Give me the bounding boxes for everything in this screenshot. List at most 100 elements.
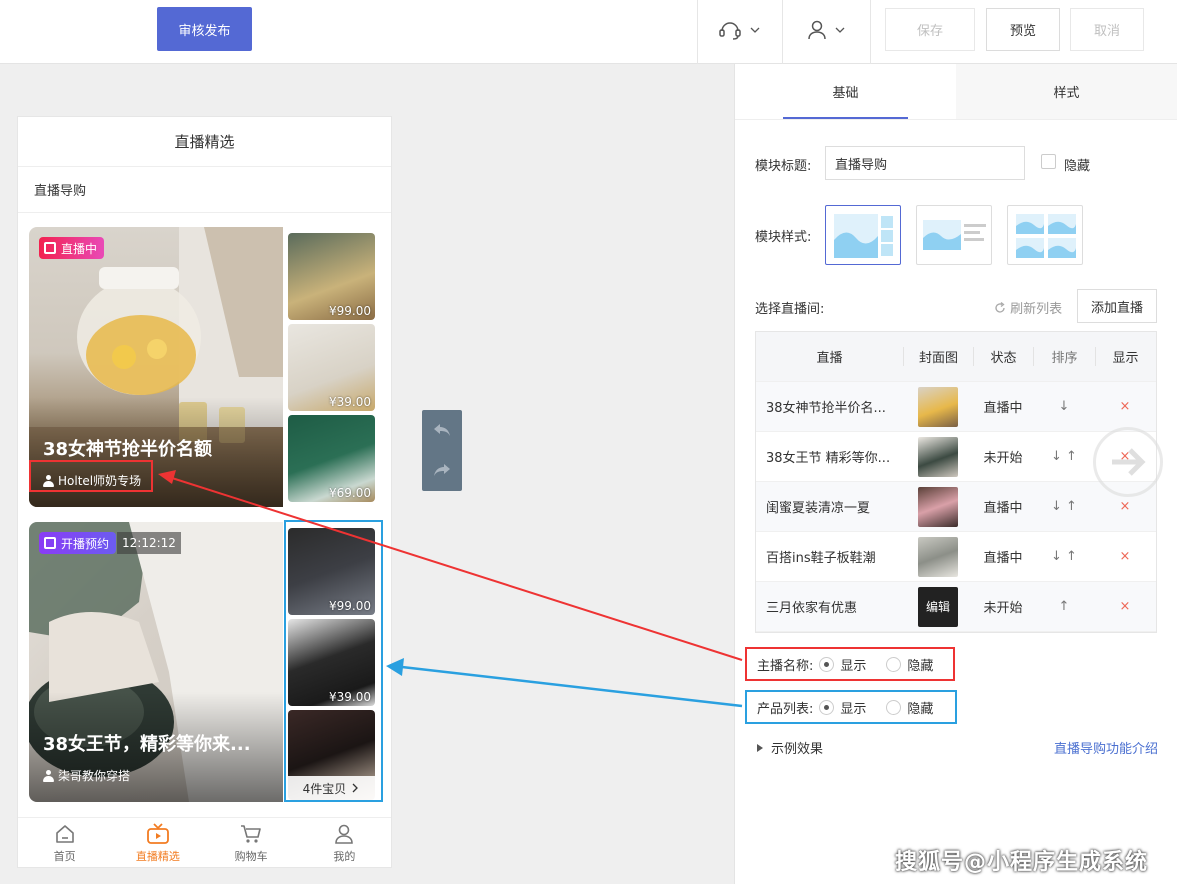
cancel-button[interactable]: 取消 (1070, 8, 1144, 51)
toolbar-divider (870, 0, 871, 64)
module-style-label: 模块样式: (755, 230, 812, 245)
style-option-1[interactable] (825, 205, 901, 265)
phone-tabbar: 首页 直播精选 购物车 我的 (18, 817, 391, 867)
anchor-label: 柒哥教你穿搭 (58, 769, 131, 783)
badge-label: 直播中 (61, 241, 98, 256)
anchor-name-setting: 主播名称: 显示 隐藏 (745, 647, 955, 681)
column-header: 直播 (816, 351, 843, 366)
user-menu[interactable] (807, 18, 845, 42)
style-option-3[interactable] (1007, 205, 1083, 265)
countdown-timer: 12:12:12 (117, 532, 181, 554)
show-label: 显示 (840, 658, 867, 674)
sort-controls[interactable]: ↓ ↑ (1033, 549, 1095, 564)
tab-cart[interactable]: 购物车 (205, 818, 298, 867)
redo-button[interactable] (422, 450, 462, 490)
module-section-title: 直播导购 (18, 167, 391, 213)
tab-label: 首页 (53, 850, 76, 863)
phone-preview: 直播精选 直播导购 直播中 38女神节抢半价名额 Holtel师奶专场 ¥99.… (17, 116, 392, 868)
product-thumb[interactable]: ¥99.00 (288, 528, 375, 615)
cover-thumb[interactable] (918, 436, 958, 477)
example-toggle[interactable]: 示例效果 (757, 738, 823, 757)
live-status: 未开始 (983, 601, 1023, 616)
anchor-label: Holtel师奶专场 (58, 474, 142, 488)
cover-thumb[interactable] (918, 536, 958, 577)
style-preview-icon (834, 214, 893, 258)
more-products-label: 4件宝贝 (302, 781, 347, 796)
column-header: 显示 (1095, 347, 1155, 366)
hide-label: 隐藏 (907, 658, 934, 674)
live-status: 直播中 (983, 401, 1023, 416)
live-card-title: 38女王节，精彩等你来... (43, 734, 251, 755)
cover-thumb[interactable] (918, 486, 958, 527)
live-name: 38女王节 精彩等你... (766, 451, 891, 466)
product-price: ¥69.00 (329, 486, 371, 500)
hide-title-label: 隐藏 (1064, 159, 1091, 174)
person-icon (43, 769, 54, 782)
user-icon (335, 824, 354, 844)
style-option-2[interactable] (916, 205, 992, 265)
example-label: 示例效果 (771, 742, 824, 757)
delete-icon[interactable]: × (1095, 499, 1155, 514)
live-card[interactable]: 开播预约 12:12:12 38女王节，精彩等你来... 柒哥教你穿搭 ¥99.… (29, 522, 379, 802)
sort-controls[interactable]: ↓ (1033, 399, 1095, 414)
live-card-cover: 开播预约 12:12:12 38女王节，精彩等你来... 柒哥教你穿搭 (29, 522, 283, 802)
home-icon (55, 825, 74, 843)
next-arrow-button[interactable] (1093, 427, 1163, 497)
help-link[interactable]: 直播导购功能介绍 (1054, 738, 1158, 757)
undo-button[interactable] (422, 410, 462, 450)
sort-controls[interactable]: ↓ ↑ (1033, 449, 1095, 464)
user-icon (808, 20, 826, 40)
anchor-name: 柒哥教你穿搭 (43, 767, 130, 784)
product-hide-radio[interactable] (886, 699, 902, 715)
live-card-title: 38女神节抢半价名额 (43, 439, 213, 460)
watermark: 搜狐号@小程序生成系统 (895, 850, 1149, 875)
settings-tabs: 基础 样式 (735, 64, 1177, 120)
sort-controls[interactable]: ↑ (1033, 599, 1095, 614)
cart-icon (241, 825, 261, 843)
anchor-hide-radio[interactable] (886, 656, 902, 672)
blue-arrow-line (401, 665, 743, 708)
tab-profile[interactable]: 我的 (298, 818, 391, 867)
product-thumb[interactable]: ¥99.00 (288, 233, 375, 320)
more-products-button[interactable]: 4件宝贝 (288, 776, 375, 800)
column-header: 排序 (1033, 347, 1095, 366)
live-card-cover: 直播中 38女神节抢半价名额 Holtel师奶专场 (29, 227, 283, 507)
add-live-button[interactable]: 添加直播 (1077, 289, 1157, 323)
publish-button[interactable]: 审核发布 (157, 7, 252, 51)
edit-cover-button[interactable]: 编辑 (918, 586, 958, 627)
preview-button[interactable]: 预览 (986, 8, 1060, 51)
chevron-right-icon (352, 783, 359, 793)
save-button[interactable]: 保存 (885, 8, 975, 51)
anchor-show-radio[interactable] (819, 656, 835, 672)
chevron-down-icon (750, 27, 760, 33)
tab-live-select[interactable]: 直播精选 (111, 818, 204, 867)
tv-icon (146, 823, 169, 844)
live-status: 直播中 (983, 551, 1023, 566)
hide-title-checkbox[interactable] (1041, 154, 1056, 169)
product-price: ¥99.00 (329, 599, 371, 613)
column-header: 状态 (973, 347, 1033, 366)
arrow-right-icon (1112, 448, 1146, 476)
refresh-label: 刷新列表 (1010, 302, 1063, 317)
delete-icon[interactable]: × (1095, 549, 1155, 564)
tab-basic[interactable]: 基础 (735, 64, 956, 119)
toolbar-divider (782, 0, 783, 64)
live-status: 未开始 (983, 451, 1023, 466)
undo-icon (434, 424, 450, 436)
sort-controls[interactable]: ↓ ↑ (1033, 499, 1095, 514)
refresh-list-button[interactable]: 刷新列表 (994, 298, 1062, 317)
product-thumb[interactable]: ¥39.00 (288, 619, 375, 706)
delete-icon[interactable]: × (1095, 599, 1155, 614)
support-menu[interactable] (718, 18, 760, 42)
product-price: ¥39.00 (329, 690, 371, 704)
product-show-radio[interactable] (819, 699, 835, 715)
module-title-input[interactable]: 直播导购 (825, 146, 1025, 180)
live-card[interactable]: 直播中 38女神节抢半价名额 Holtel师奶专场 ¥99.00 ¥39.00 … (29, 227, 379, 507)
delete-icon[interactable]: × (1095, 399, 1155, 414)
redo-icon (434, 464, 450, 476)
tab-home[interactable]: 首页 (18, 818, 111, 867)
product-thumb[interactable]: ¥69.00 (288, 415, 375, 502)
product-thumb[interactable]: ¥39.00 (288, 324, 375, 411)
tab-style[interactable]: 样式 (956, 64, 1177, 119)
cover-thumb[interactable] (918, 386, 958, 427)
